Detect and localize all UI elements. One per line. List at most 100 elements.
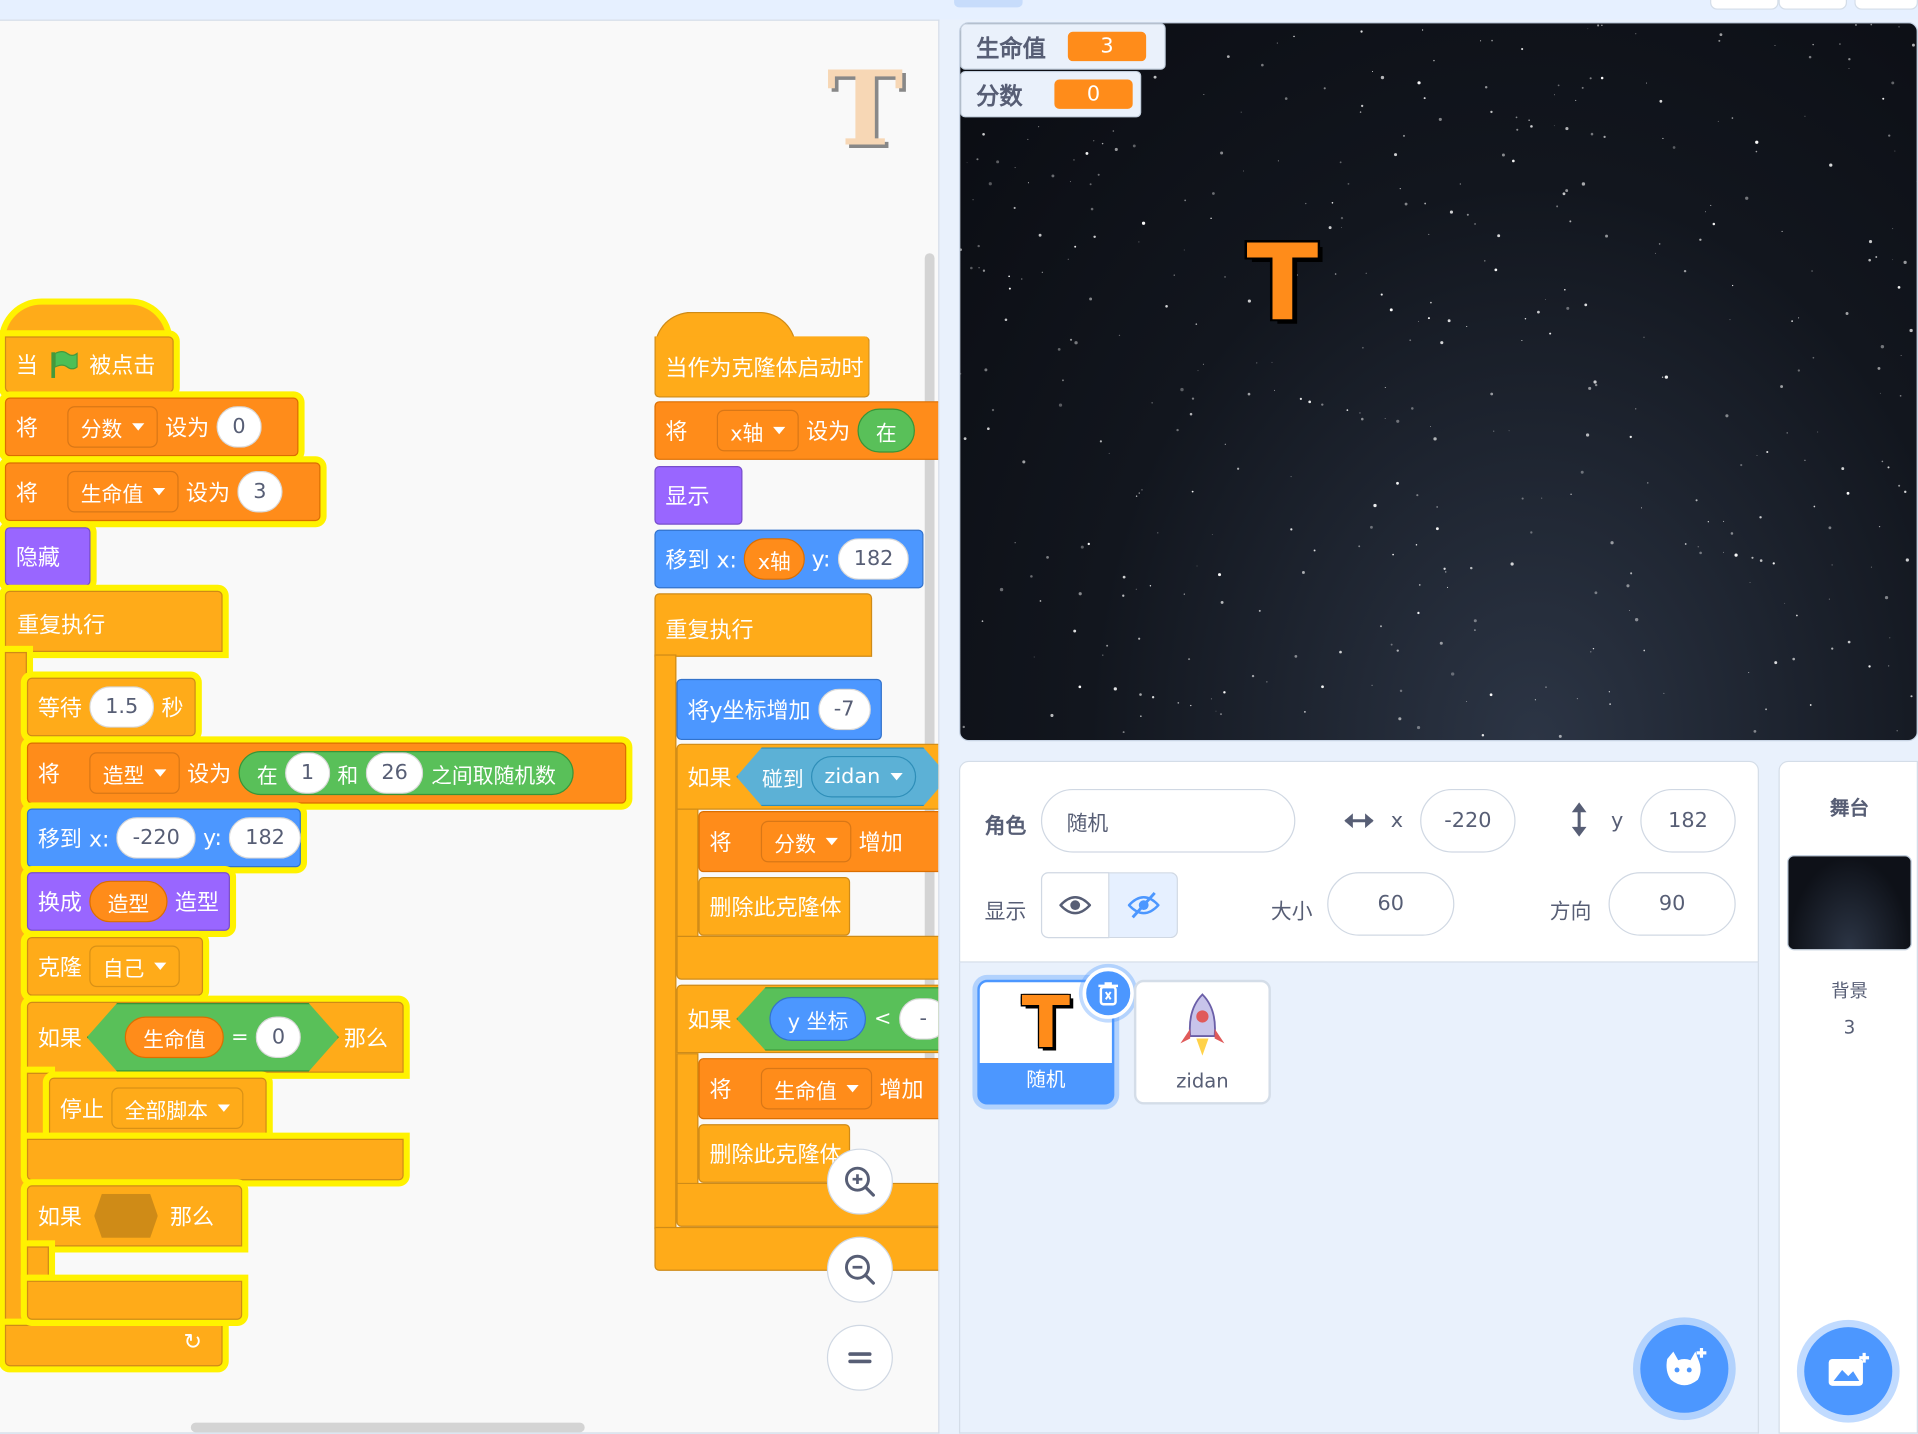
set-to-label: 设为 — [806, 419, 851, 446]
delete-clone-label: 删除此克隆体 — [709, 895, 842, 922]
backdrop-thumbnail[interactable] — [1787, 855, 1912, 951]
zoom-in-button[interactable] — [826, 1148, 893, 1215]
letter-sprite[interactable]: T — [1246, 231, 1318, 336]
stage-size-small-button[interactable] — [1710, 0, 1779, 10]
direction-input[interactable]: 90 — [1608, 872, 1736, 936]
choose-sprite-button[interactable] — [1640, 1324, 1729, 1413]
eye-slash-icon — [1127, 891, 1159, 919]
variable-dropdown[interactable]: 生命值 — [760, 1067, 873, 1110]
if-arm — [676, 1053, 699, 1188]
tab-indicator — [954, 0, 1023, 8]
if-foot — [676, 935, 939, 980]
zoom-reset-button[interactable] — [826, 1324, 893, 1391]
variable-dropdown[interactable]: x轴 — [716, 409, 799, 452]
touching-sensor[interactable]: 碰到 zidan — [736, 747, 939, 807]
zoom-in-icon — [844, 1166, 875, 1197]
set-x-axis-block[interactable]: 将 x轴 设为 在 — [654, 401, 939, 460]
compare-value-input[interactable]: - — [898, 998, 939, 1040]
forever-label: 重复执行 — [665, 617, 754, 644]
goto-x-label: 移到 x: — [665, 547, 737, 574]
touching-target-dropdown[interactable]: zidan — [810, 755, 916, 798]
change-y-block[interactable]: 将y坐标增加 -7 — [676, 678, 882, 741]
show-label: 显示 — [984, 900, 1027, 925]
vertical-arrows-icon — [1571, 802, 1587, 837]
change-label: 将 — [709, 830, 732, 857]
show-visible-button[interactable] — [1040, 872, 1110, 939]
pick-random-reporter[interactable]: 在 — [857, 408, 916, 453]
rocket-icon — [1180, 993, 1225, 1056]
x-axis-reporter[interactable]: x轴 — [744, 538, 805, 580]
when-clone-starts-block[interactable]: 当作为克隆体启动时 — [654, 336, 870, 398]
zoom-out-icon — [844, 1254, 875, 1285]
monitor-life-value: 3 — [1067, 31, 1147, 62]
if-foot — [676, 1182, 939, 1227]
monitor-score[interactable]: 分数 0 — [960, 70, 1142, 118]
y-input[interactable]: 182 — [1640, 788, 1736, 853]
monitor-score-label: 分数 — [976, 82, 1023, 110]
cat-add-icon — [1666, 1347, 1707, 1386]
goto-y-input[interactable]: 182 — [837, 538, 910, 580]
show-block[interactable]: 显示 — [654, 466, 743, 525]
increase-label: 增加 — [858, 830, 903, 857]
stage-canvas[interactable]: 生命值 3 分数 0 T — [958, 22, 1918, 742]
zoom-out-button[interactable] — [826, 1236, 893, 1303]
if-label: 如果 — [687, 765, 732, 792]
if-y-less-block[interactable]: 如果 y 坐标 < - — [676, 984, 939, 1054]
trash-icon — [1098, 982, 1119, 1006]
sprite-tile-zidan[interactable]: zidan — [1133, 979, 1271, 1105]
stage-pane-title: 舞台 — [1829, 796, 1870, 820]
eye-icon — [1059, 896, 1092, 915]
equals-icon — [848, 1352, 872, 1364]
less-than-sign: < — [873, 1006, 892, 1032]
forever-foot — [654, 1226, 939, 1271]
delete-clone-label: 删除此克隆体 — [709, 1142, 842, 1169]
increase-label: 增加 — [879, 1077, 924, 1104]
top-strip — [0, 0, 1918, 20]
y-label: y — [1610, 808, 1624, 833]
sprite-tile-random[interactable]: T 随机 — [977, 967, 1134, 1105]
monitor-life[interactable]: 生命值 3 — [960, 23, 1166, 70]
change-life-block[interactable]: 将 生命值 增加 — [698, 1058, 939, 1120]
variable-dropdown[interactable]: 分数 — [760, 820, 852, 863]
x-input[interactable]: -220 — [1420, 788, 1516, 853]
horizontal-scrollbar[interactable] — [190, 1422, 585, 1433]
sprite-label: 角色 — [984, 814, 1027, 840]
monitor-score-value: 0 — [1054, 79, 1133, 109]
y-position-reporter[interactable]: y 坐标 — [769, 996, 867, 1041]
change-y-input[interactable]: -7 — [817, 688, 871, 731]
change-y-label: 将y坐标增加 — [687, 698, 811, 725]
change-label: 将 — [709, 1077, 732, 1104]
x-label: x — [1390, 808, 1404, 833]
forever-arm — [654, 654, 677, 1230]
stage-pane[interactable]: 舞台 背景 3 — [1778, 760, 1918, 1434]
show-hidden-button[interactable] — [1109, 872, 1178, 939]
choose-backdrop-button[interactable] — [1804, 1327, 1893, 1416]
if-label: 如果 — [687, 1007, 732, 1034]
if-touching-block[interactable]: 如果 碰到 zidan — [676, 743, 939, 810]
backdrop-add-icon — [1828, 1352, 1870, 1386]
sprite-name: 随机 — [1026, 1067, 1066, 1092]
size-input[interactable]: 60 — [1327, 872, 1455, 936]
fullscreen-button[interactable] — [1854, 0, 1918, 10]
less-than-operator[interactable]: y 坐标 < - — [736, 987, 939, 1051]
starfield — [960, 23, 1917, 738]
clone-hat-label: 当作为克隆体启动时 — [665, 355, 864, 382]
delete-sprite-button[interactable] — [1082, 967, 1134, 1019]
stage-size-large-button[interactable] — [1778, 0, 1848, 10]
size-label: 大小 — [1270, 900, 1313, 925]
direction-label: 方向 — [1549, 900, 1592, 925]
sprite-list: T 随机 zidan — [958, 962, 1759, 1434]
goto-y-label: y: — [811, 546, 831, 572]
sprite-name-input[interactable]: 随机 — [1040, 788, 1296, 853]
touching-label: 碰到 — [762, 767, 804, 793]
delete-clone-block[interactable]: 删除此克隆体 — [698, 877, 851, 936]
show-label: 显示 — [665, 484, 710, 511]
code-workspace[interactable]: T 当 被点击 将 分数 设为 0 将 生命值 设为 3 隐藏 重复执行 ↻ 等… — [0, 19, 940, 1434]
goto-xy-block[interactable]: 移到 x: x轴 y: 182 — [654, 529, 924, 589]
sprite-name: zidan — [1176, 1069, 1229, 1093]
monitor-life-label: 生命值 — [976, 34, 1046, 62]
script-when-clone-starts[interactable]: 当作为克隆体启动时 将 x轴 设为 在 显示 移到 x: x轴 y: 182 重… — [0, 21, 939, 1367]
set-label: 将 — [665, 419, 688, 446]
backdrop-label: 背景 — [1831, 979, 1868, 1002]
change-score-block[interactable]: 将 分数 增加 — [698, 810, 939, 873]
